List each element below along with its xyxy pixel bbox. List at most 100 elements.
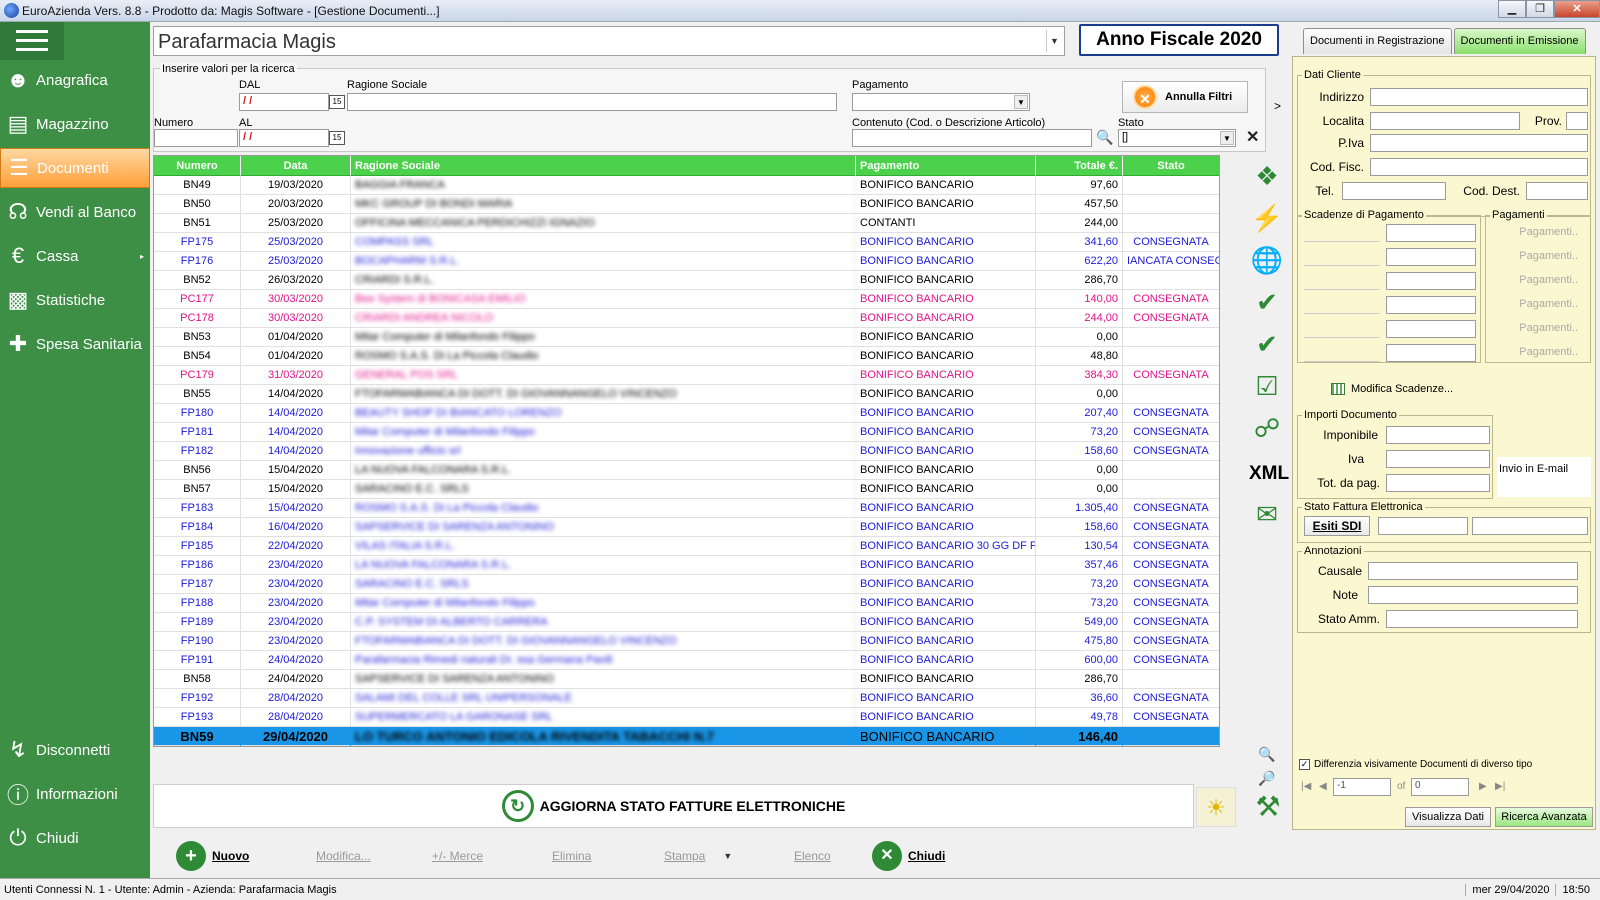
lightning-icon[interactable]: ⚡ [1249, 200, 1285, 236]
table-row[interactable]: FP183 15/04/2020 ROSMO S.A.S. Di La Piccol… [154, 499, 1219, 518]
lightbulb-icon[interactable]: ☀ [1196, 787, 1236, 827]
stato-amm-field[interactable] [1386, 610, 1578, 628]
sidebar-item-magazzino[interactable]: ▤ Magazzino [0, 104, 150, 144]
header-data[interactable]: Data [241, 156, 351, 176]
check-icon[interactable]: ✔ [1249, 326, 1285, 362]
search-icon[interactable]: 🔍 [1096, 129, 1113, 146]
chevron-down-icon[interactable]: ▼ [1046, 30, 1062, 52]
table-row[interactable]: FP187 23/04/2020 SARACINO E.C. SRLS BONIFIC… [154, 575, 1219, 594]
differenzia-checkbox[interactable]: ✓ Differenzia visivamente Documenti di d… [1299, 759, 1532, 770]
sidebar-item-spesa-sanitaria[interactable]: ✚ Spesa Sanitaria [0, 324, 150, 364]
causale-field[interactable] [1368, 562, 1578, 580]
contenuto-input[interactable] [852, 129, 1092, 147]
payment-icon[interactable]: ☍ [1249, 410, 1285, 446]
prev-record-icon[interactable]: ◀ [1319, 781, 1327, 792]
tab-documenti-emissione[interactable]: Documenti in Emissione [1453, 28, 1586, 54]
table-row[interactable]: PC178 30/03/2020 CRIARDI ANDREA NICOLO BONI… [154, 309, 1219, 328]
fiscal-year-button[interactable]: Anno Fiscale 2020 [1079, 24, 1279, 56]
table-row[interactable]: FP176 25/03/2020 BOCAPHARM S.R.L. BONIFICO … [154, 252, 1219, 271]
dal-date-input[interactable]: / / [239, 93, 329, 111]
table-row[interactable]: FP186 23/04/2020 LA NUOVA FALCONARA S.R.L.… [154, 556, 1219, 575]
table-row[interactable]: FP184 16/04/2020 SAPSERVICE DI SARENZA ANT… [154, 518, 1219, 537]
header-ragione-sociale[interactable]: Ragione Sociale [351, 156, 856, 176]
table-row[interactable]: FP180 14/04/2020 BEAUTY SHOP DI BIANCATO L… [154, 404, 1219, 423]
coddest-field[interactable] [1526, 182, 1588, 200]
tag-icon[interactable]: ❖ [1249, 158, 1285, 194]
table-row[interactable]: BN52 26/03/2020 CRIARDI S.R.L. BONIFICO BAN… [154, 271, 1219, 290]
record-number-input[interactable]: -1 [1333, 778, 1391, 796]
tab-documenti-registrazione[interactable]: Documenti in Registrazione [1303, 28, 1452, 54]
table-row[interactable]: FP175 25/03/2020 COMPASS SRL BONIFICO BANCA… [154, 233, 1219, 252]
scadenza-field[interactable] [1386, 296, 1476, 314]
stampa-button[interactable]: Stampa ▼ [664, 844, 732, 868]
table-row[interactable]: FP185 22/04/2020 VILAS ITALIA S.R.L. BONIFI… [154, 537, 1219, 556]
document-check-icon[interactable]: ☑ [1249, 368, 1285, 404]
table-row[interactable]: BN58 24/04/2020 SAPSERVICE DI SARENZA ANTO… [154, 670, 1219, 689]
xml-icon[interactable]: XML [1249, 456, 1289, 492]
next-record-icon[interactable]: ▶ [1479, 781, 1487, 792]
calendar-icon[interactable]: 15 [329, 131, 345, 145]
minimize-button[interactable]: ▁ [1498, 0, 1526, 18]
clear-filter-icon[interactable]: ✕ [1246, 127, 1259, 147]
table-row[interactable]: FP188 23/04/2020 Mitar Computer di Milanfo… [154, 594, 1219, 613]
sidebar-item-vendi-al-banco[interactable]: ☊ Vendi al Banco [0, 192, 150, 232]
pagamenti-link[interactable]: Pagamenti.. [1519, 322, 1578, 334]
indirizzo-field[interactable] [1370, 88, 1588, 106]
note-field[interactable] [1368, 586, 1578, 604]
chiudi-button[interactable]: ✕ Chiudi [872, 841, 945, 871]
sidebar-item-anagrafica[interactable]: ☻ Anagrafica [0, 60, 150, 100]
annulla-filtri-button[interactable]: ✕ Annulla Filtri [1122, 81, 1248, 113]
chevron-down-icon[interactable]: ▼ [723, 851, 732, 861]
last-record-icon[interactable]: ▶| [1495, 781, 1505, 792]
pagamenti-link[interactable]: Pagamenti.. [1519, 274, 1578, 286]
scadenza-field[interactable] [1386, 248, 1476, 266]
globe-icon[interactable]: 🌐 [1249, 242, 1285, 278]
table-row[interactable]: FP191 24/04/2020 Parafarmacia Rimedi natur… [154, 651, 1219, 670]
tel-field[interactable] [1342, 182, 1446, 200]
pagamenti-link[interactable]: Pagamenti.. [1519, 250, 1578, 262]
sidebar-item-disconnetti[interactable]: ↯ Disconnetti [0, 730, 150, 770]
chevron-down-icon[interactable]: ▼ [1014, 95, 1028, 109]
scadenza-field[interactable] [1386, 344, 1476, 362]
table-row[interactable]: PC179 31/03/2020 GENERAL POS SRL BONIFICO B… [154, 366, 1219, 385]
calendar-icon[interactable]: 15 [329, 95, 345, 109]
stato-sdi-detail-field[interactable] [1472, 517, 1588, 535]
merce-button[interactable]: +/- Merce [432, 844, 483, 868]
prov-field[interactable] [1566, 112, 1588, 130]
table-row[interactable]: BN49 19/03/2020 BAGGIA FRANCA BONIFICO BANC… [154, 176, 1219, 195]
elimina-button[interactable]: Elimina [552, 844, 591, 868]
chevron-down-icon[interactable]: ▼ [1220, 131, 1234, 145]
scadenza-field[interactable] [1386, 320, 1476, 338]
header-numero[interactable]: Numero [154, 156, 241, 176]
esiti-sdi-button[interactable]: Esiti SDI [1304, 516, 1370, 536]
stato-select[interactable]: [] [1118, 129, 1236, 147]
check-icon[interactable]: ✔ [1249, 284, 1285, 320]
ricerca-avanzata-button[interactable]: Ricerca Avanzata [1495, 807, 1593, 827]
table-row[interactable]: BN56 15/04/2020 LA NUOVA FALCONARA S.R.L. B… [154, 461, 1219, 480]
invio-email-box[interactable]: Invio in E-mail [1497, 457, 1591, 497]
scadenza-field[interactable] [1386, 272, 1476, 290]
mail-open-icon[interactable]: ✉ [1249, 496, 1285, 532]
table-row[interactable]: FP189 23/04/2020 C.P. SYSTEM DI ALBERTO CA… [154, 613, 1219, 632]
table-row[interactable]: BN54 01/04/2020 ROSMO S.A.S. Di La Piccola… [154, 347, 1219, 366]
header-stato[interactable]: Stato [1123, 156, 1219, 176]
nuovo-button[interactable]: + Nuovo [176, 841, 249, 871]
header-pagamento[interactable]: Pagamento [856, 156, 1036, 176]
table-row[interactable]: FP190 23/04/2020 FTOFARMABIANCA DI DOTT. D… [154, 632, 1219, 651]
piva-field[interactable] [1370, 134, 1588, 152]
scadenza-field[interactable] [1386, 224, 1476, 242]
table-row[interactable]: FP193 28/04/2020 SUPERMERCATO LA GARONASE … [154, 708, 1219, 727]
al-date-input[interactable]: / / [239, 129, 329, 147]
numero-input[interactable] [154, 129, 238, 147]
imponibile-field[interactable] [1386, 426, 1490, 444]
table-row[interactable]: FP182 14/04/2020 Innovazione ufficio srl BO… [154, 442, 1219, 461]
modifica-scadenze-button[interactable]: Modifica Scadenze... [1331, 383, 1453, 395]
table-row[interactable]: BN59 29/04/2020 LO TURCO ANTONIO EDICOLA R… [154, 727, 1219, 746]
sidebar-item-statistiche[interactable]: ▩ Statistiche [0, 280, 150, 320]
totpag-field[interactable] [1386, 474, 1490, 492]
aggiorna-stato-fatture-button[interactable]: ↻ AGGIORNA STATO FATTURE ELETTRONICHE [153, 784, 1194, 828]
pagamenti-link[interactable]: Pagamenti.. [1519, 226, 1578, 238]
iva-field[interactable] [1386, 450, 1490, 468]
first-record-icon[interactable]: |◀ [1301, 781, 1311, 792]
sidebar-item-informazioni[interactable]: ⓘ Informazioni [0, 774, 150, 814]
